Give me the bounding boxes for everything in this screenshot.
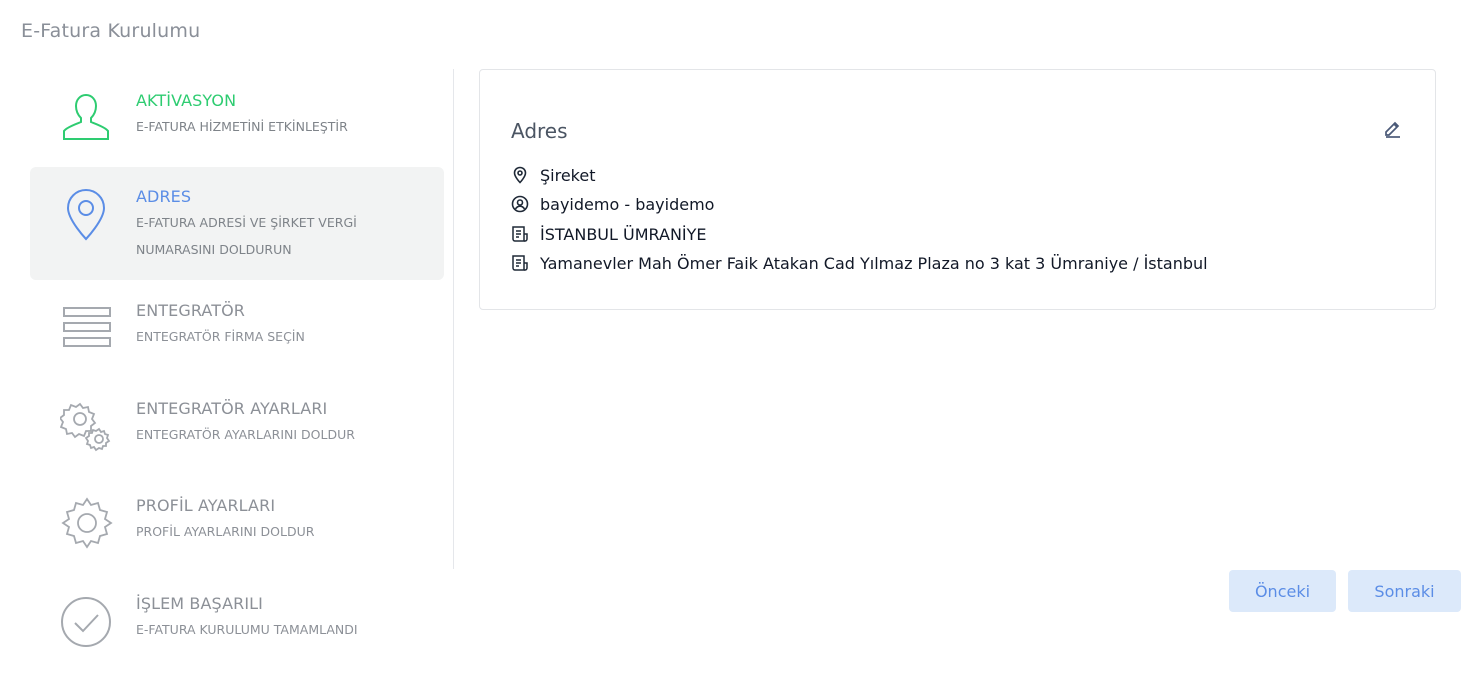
address-line-company: Şireket [511, 163, 595, 187]
step-title: PROFİL AYARLARI [136, 496, 276, 515]
line-text: bayidemo - bayidemo [540, 194, 715, 214]
location-pin-icon [511, 166, 529, 184]
receipt-icon [511, 254, 529, 272]
line-text: Yamanevler Mah Ömer Faik Atakan Cad Yılm… [540, 253, 1208, 273]
step-description: E-FATURA HİZMETİNİ ETKİNLEŞTİR [136, 119, 348, 134]
address-line-street: Yamanevler Mah Ömer Faik Atakan Cad Yılm… [511, 251, 1208, 275]
gears-icon [58, 400, 114, 458]
address-card: Adres Şireket bayidemo - bayidemo İSTANB… [479, 69, 1436, 310]
step-activation[interactable]: AKTİVASYON E-FATURA HİZMETİNİ ETKİNLEŞTİ… [30, 78, 444, 158]
line-text: Şireket [540, 165, 596, 185]
address-line-city: İSTANBUL ÜMRANİYE [511, 222, 707, 246]
page-title: E-Fatura Kurulumu [21, 20, 201, 42]
step-integrator[interactable]: ENTEGRATÖR ENTEGRATÖR FİRMA SEÇİN [30, 290, 444, 370]
step-description: ENTEGRATÖR AYARLARINI DOLDUR [136, 427, 355, 442]
location-pin-icon [66, 188, 106, 246]
line-text: İSTANBUL ÜMRANİYE [540, 224, 707, 244]
vertical-divider [453, 69, 454, 569]
previous-button[interactable]: Önceki [1229, 570, 1336, 612]
card-title: Adres [511, 119, 568, 143]
step-address[interactable]: ADRES E-FATURA ADRESİ VE ŞİRKET VERGİ NU… [30, 167, 444, 280]
check-circle-icon [60, 596, 112, 652]
step-description: PROFİL AYARLARINI DOLDUR [136, 524, 315, 539]
next-button[interactable]: Sonraki [1348, 570, 1461, 612]
address-line-user: bayidemo - bayidemo [511, 192, 714, 216]
step-title: ENTEGRATÖR [136, 301, 246, 320]
step-description: E-FATURA KURULUMU TAMAMLANDI [136, 622, 358, 637]
user-circle-icon [511, 195, 529, 213]
step-profile-settings[interactable]: PROFİL AYARLARI PROFİL AYARLARINI DOLDUR [30, 485, 444, 565]
step-description: E-FATURA ADRESİ VE ŞİRKET VERGİ NUMARASI… [136, 215, 357, 257]
step-description: ENTEGRATÖR FİRMA SEÇİN [136, 329, 305, 344]
step-title: ADRES [136, 187, 192, 206]
receipt-icon [511, 225, 529, 243]
list-icon [63, 307, 111, 351]
edit-icon[interactable] [1382, 117, 1404, 139]
step-title: AKTİVASYON [136, 91, 237, 110]
step-completed[interactable]: İŞLEM BAŞARILI E-FATURA KURULUMU TAMAMLA… [30, 583, 444, 663]
gear-icon [60, 496, 114, 554]
step-integrator-settings[interactable]: ENTEGRATÖR AYARLARI ENTEGRATÖR AYARLARIN… [30, 388, 444, 468]
user-icon [60, 91, 112, 147]
step-title: İŞLEM BAŞARILI [136, 594, 263, 613]
step-title: ENTEGRATÖR AYARLARI [136, 399, 328, 418]
